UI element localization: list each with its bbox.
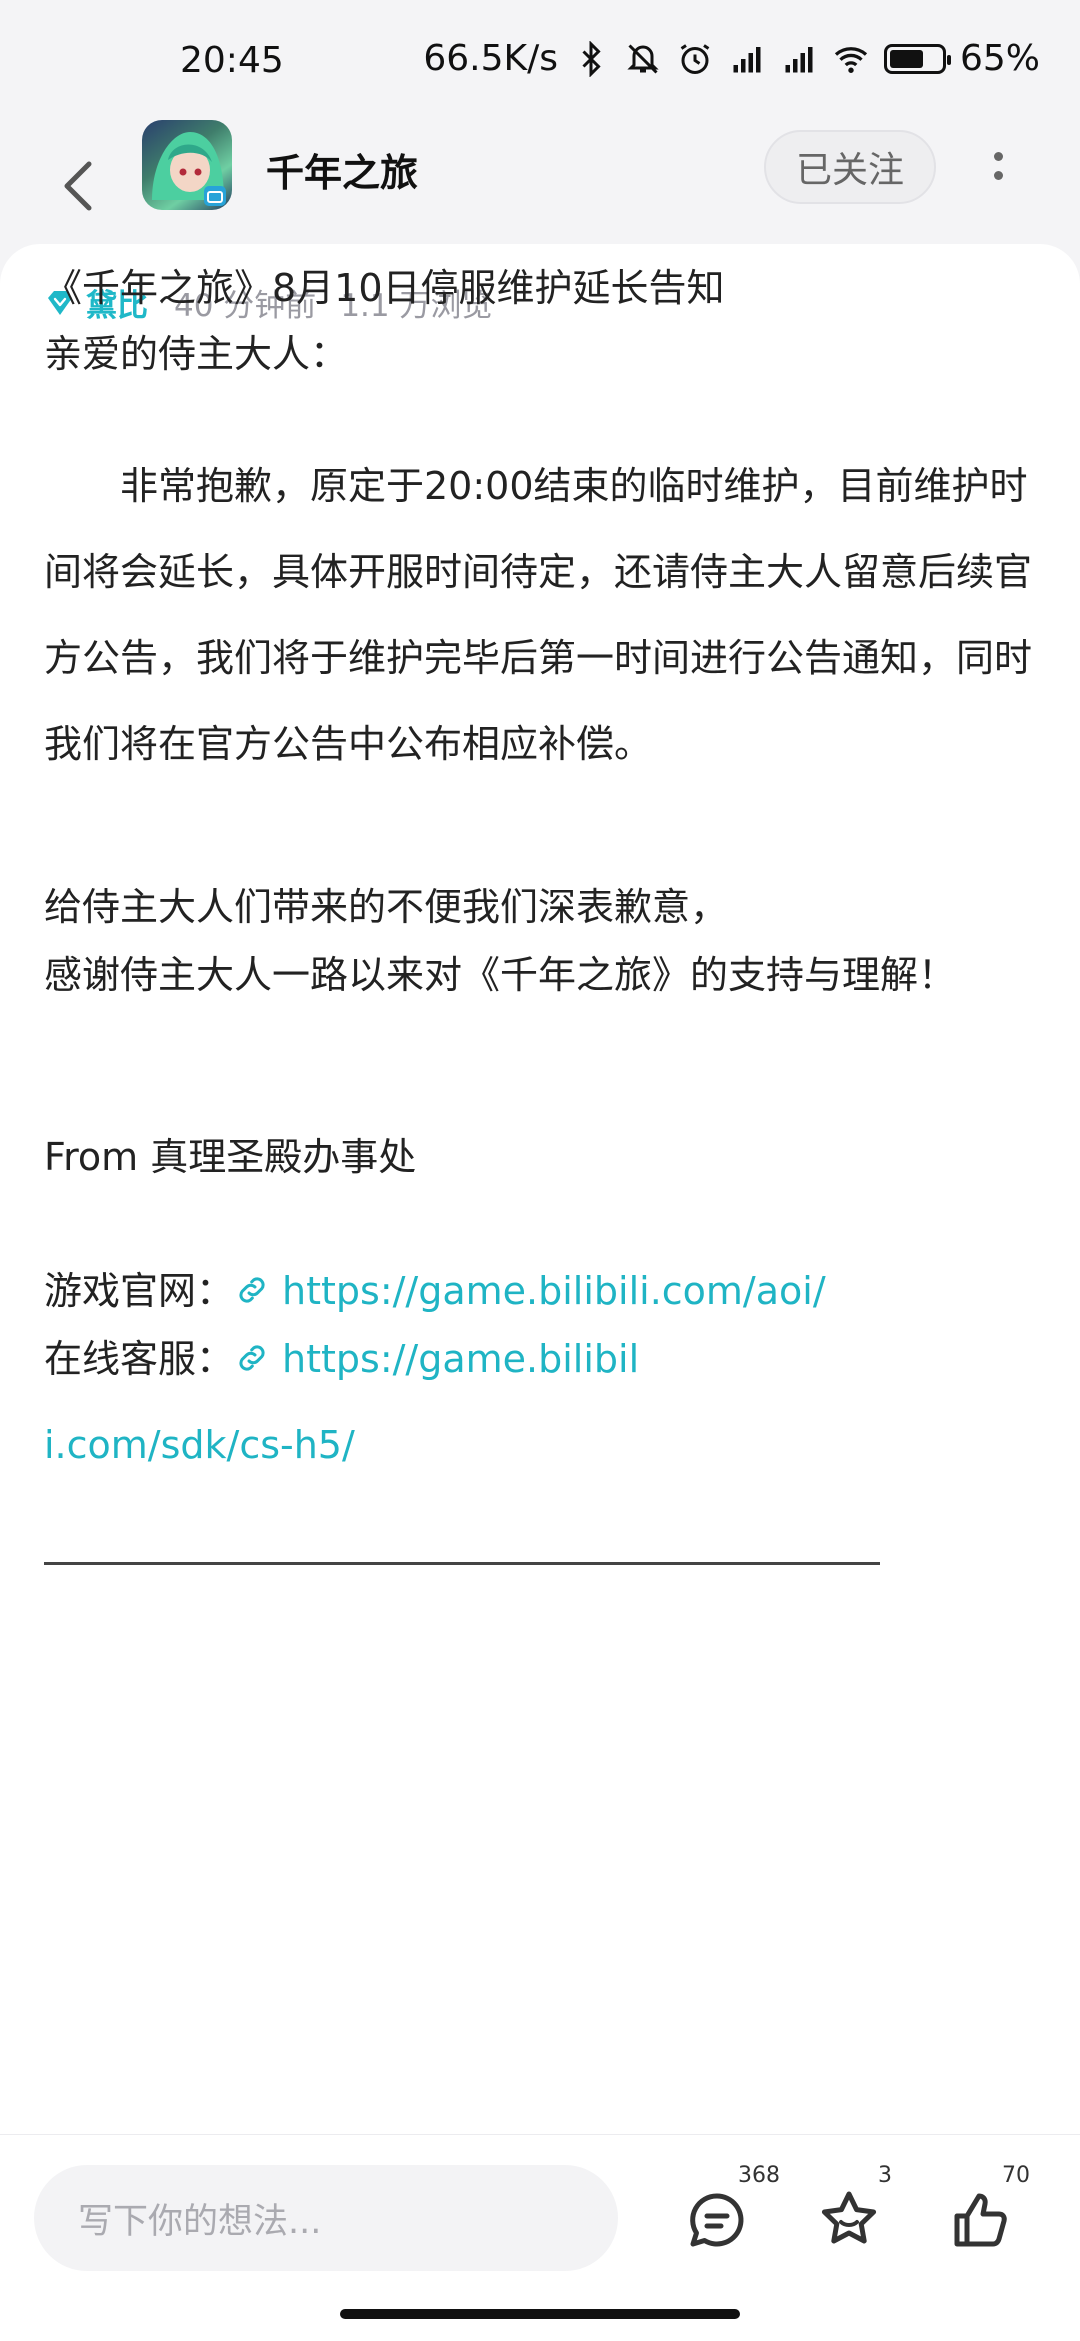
link-icon bbox=[239, 1345, 265, 1371]
page-title: 千年之旅 bbox=[266, 151, 419, 195]
mute-icon bbox=[624, 40, 662, 78]
favorite-count: 3 bbox=[878, 2163, 892, 2188]
like-button[interactable]: 70 bbox=[936, 2163, 1030, 2265]
service-line: 在线客服： https://game.bilibili.com/sdk/cs-h5… bbox=[44, 1316, 644, 1488]
comment-input[interactable]: 写下你的想法... bbox=[34, 2165, 618, 2271]
wifi-icon bbox=[832, 40, 870, 78]
status-bar: 20:45 66.5K/s 65% bbox=[0, 0, 1080, 120]
more-dot bbox=[993, 171, 1003, 180]
comment-count: 368 bbox=[738, 2163, 780, 2188]
network-speed: 66.5K/s bbox=[423, 38, 558, 79]
thanks-line: 感谢侍主大人一路以来对《千年之旅》的支持与理解！ bbox=[44, 953, 957, 997]
status-time: 20:45 bbox=[180, 40, 284, 81]
website-link[interactable]: https://game.bilibili.com/aoi/ bbox=[234, 1269, 826, 1313]
alarm-icon bbox=[676, 40, 714, 78]
app-avatar[interactable] bbox=[142, 120, 232, 210]
home-indicator[interactable] bbox=[340, 2309, 740, 2319]
thumbs-up-icon bbox=[954, 2193, 1007, 2247]
service-label: 在线客服： bbox=[44, 1337, 235, 1381]
bluetooth-icon bbox=[572, 40, 610, 78]
favorite-button[interactable]: 3 bbox=[804, 2163, 894, 2265]
page-header: 千年之旅 已关注 bbox=[0, 120, 1080, 250]
divider-line bbox=[44, 1562, 880, 1565]
follow-button[interactable]: 已关注 bbox=[764, 130, 936, 204]
comment-button[interactable]: 368 bbox=[672, 2163, 780, 2265]
paragraph-text: 非常抱歉，原定于20:00结束的临时维护，目前维护时间将会延长，具体开服时间待定… bbox=[44, 464, 1033, 766]
battery-level bbox=[889, 49, 923, 68]
signal-hd-icon bbox=[728, 40, 766, 78]
signature-line: From 真理圣殿办事处 bbox=[44, 1135, 417, 1179]
link-icon bbox=[239, 1277, 265, 1303]
status-icons: 66.5K/s 65% bbox=[423, 38, 1040, 79]
character-avatar-icon bbox=[152, 132, 226, 206]
more-dot bbox=[993, 152, 1003, 161]
star-icon bbox=[821, 2191, 877, 2244]
website-url: https://game.bilibili.com/aoi/ bbox=[282, 1269, 826, 1313]
chevron-left-icon bbox=[64, 161, 92, 211]
website-label: 游戏官网： bbox=[44, 1269, 235, 1313]
comment-icon bbox=[690, 2193, 744, 2247]
battery-percent: 65% bbox=[959, 38, 1040, 79]
more-options-button[interactable] bbox=[980, 136, 1016, 196]
back-button[interactable] bbox=[48, 146, 108, 226]
post-card: 黛比 40 分钟前 1.1 万浏览 《千年之旅》8月10日停服维护延长告知 亲爱… bbox=[0, 244, 1080, 2134]
greeting-line: 亲爱的侍主大人： bbox=[44, 332, 349, 376]
signal-hd-icon bbox=[780, 40, 818, 78]
like-count: 70 bbox=[1002, 2163, 1030, 2188]
battery-icon bbox=[883, 43, 951, 74]
